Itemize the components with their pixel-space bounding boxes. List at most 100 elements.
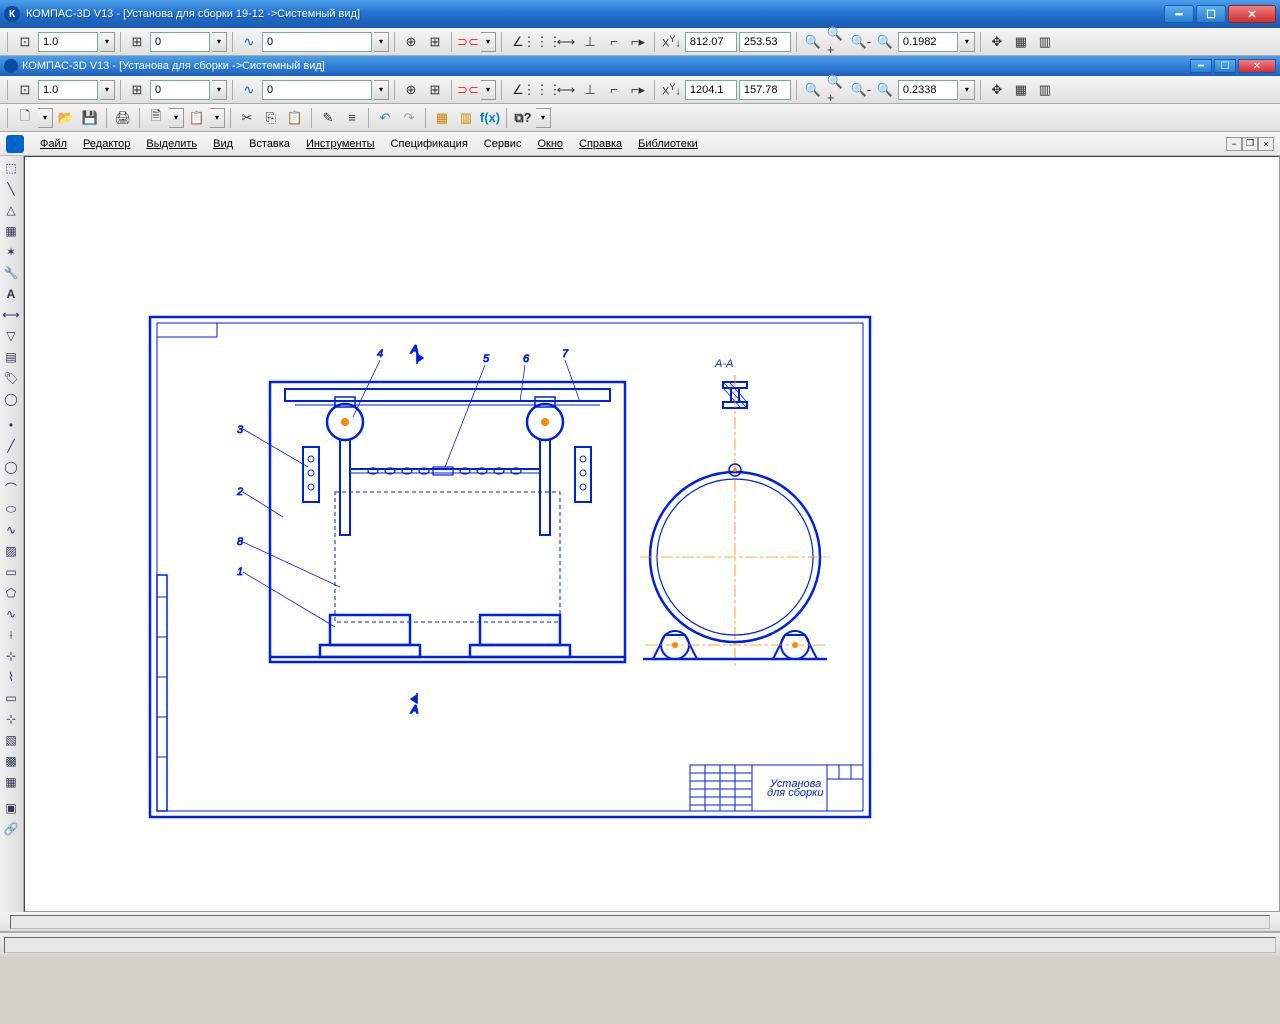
brush-icon[interactable]: ✎ [317, 107, 339, 129]
tp-cont-icon[interactable]: ▭ [0, 688, 22, 708]
magnet-icon-2[interactable]: ⊃⊂ [457, 79, 479, 101]
menu-edit[interactable]: Редактор [75, 135, 138, 153]
snap-icon-2[interactable]: ⊕ [400, 79, 422, 101]
maximize-button[interactable]: ☐ [1196, 5, 1226, 23]
zoom-in-icon[interactable]: 🔍+ [826, 31, 848, 53]
style-dropdown-2[interactable]: ▾ [374, 80, 389, 100]
scale-input-1[interactable] [38, 32, 98, 52]
tp-pick-icon[interactable]: ⬚ [0, 158, 22, 178]
l1-icon-2[interactable]: ⌐ [603, 79, 625, 101]
tp-offs-icon[interactable]: ⟊ [0, 625, 22, 645]
tp-seg-icon[interactable]: ╱ [0, 436, 22, 456]
mdi-minimize-button[interactable]: − [1226, 137, 1242, 151]
step-dropdown-2[interactable]: ▾ [212, 80, 227, 100]
snap-icon-1[interactable]: ⊕ [400, 31, 422, 53]
tp-fill-icon[interactable]: ▩ [0, 751, 22, 771]
new-icon[interactable]: 🗋 [14, 107, 36, 129]
undo-icon[interactable]: ↶ [374, 107, 396, 129]
style-input-2[interactable] [262, 80, 372, 100]
print-icon[interactable]: 🖨 [112, 107, 134, 129]
doc-close-button[interactable]: ✕ [1238, 59, 1276, 73]
tp-bezier-icon[interactable]: ∿ [0, 604, 22, 624]
x-coord-2[interactable] [685, 80, 737, 100]
menu-insert[interactable]: Вставка [241, 135, 298, 153]
tp-text-icon[interactable]: A [0, 284, 22, 304]
tp-link-icon[interactable]: 🔗 [0, 819, 22, 839]
zoom-out-icon-2[interactable]: 🔍- [850, 79, 872, 101]
menu-file[interactable]: Файл [32, 135, 75, 153]
tp-tool-icon[interactable]: 🔧 [0, 263, 22, 283]
dim-icon-2[interactable]: ⟷ [555, 79, 577, 101]
tp-dim-icon[interactable]: ⟷ [0, 305, 22, 325]
zoom-dd-1[interactable]: ▾ [960, 32, 975, 52]
fx-icon[interactable]: f(x) [479, 107, 501, 129]
tp-tbl-icon[interactable]: ▦ [0, 772, 22, 792]
magnet-icon-1[interactable]: ⊃⊂ [457, 31, 479, 53]
doc-minimize-button[interactable]: ━ [1190, 59, 1212, 73]
open-icon[interactable]: 📂 [55, 107, 77, 129]
tp-line-icon[interactable]: ╲ [0, 179, 22, 199]
preview-dd[interactable]: ▾ [169, 108, 184, 128]
props-dd[interactable]: ▾ [210, 108, 225, 128]
minimize-button[interactable]: ━ [1164, 5, 1194, 23]
mdi-restore-button[interactable]: ❐ [1242, 137, 1258, 151]
lib1-icon[interactable]: ▦ [431, 107, 453, 129]
crop-icon[interactable]: ⊡ [14, 31, 36, 53]
style-input-1[interactable] [262, 32, 372, 52]
style-dropdown-1[interactable]: ▾ [374, 32, 389, 52]
step-icon-2[interactable]: ⊞ [126, 79, 148, 101]
menu-window[interactable]: Окно [529, 135, 571, 153]
preview-icon[interactable]: 🗎 [145, 107, 167, 129]
lib2-icon[interactable]: ▥ [455, 107, 477, 129]
tp-rough-icon[interactable]: ▽ [0, 326, 22, 346]
tp-break-icon[interactable]: ⌇ [0, 667, 22, 687]
zoom-dd-2[interactable]: ▾ [960, 80, 975, 100]
doc-maximize-button[interactable]: ☐ [1214, 59, 1236, 73]
step-dropdown-1[interactable]: ▾ [212, 32, 227, 52]
tp-arc-icon[interactable]: ⌒ [0, 478, 22, 498]
x-coord-1[interactable] [685, 32, 737, 52]
zoom-input-1[interactable] [898, 32, 958, 52]
zoom-fit-icon[interactable]: 🔍 [802, 31, 824, 53]
tp-dot-icon[interactable]: • [0, 415, 22, 435]
close-button[interactable]: ✕ [1228, 5, 1276, 23]
tp-tri-icon[interactable]: △ [0, 200, 22, 220]
y-coord-1[interactable] [739, 32, 791, 52]
tp-spl-icon[interactable]: ∿ [0, 520, 22, 540]
tp-rect-icon[interactable]: ▭ [0, 562, 22, 582]
menu-help[interactable]: Справка [571, 135, 630, 153]
tp-ell-icon[interactable]: ⬭ [0, 499, 22, 519]
filter-icon-2[interactable]: ▥ [1034, 79, 1056, 101]
zoom-sel-icon-2[interactable]: 🔍 [874, 79, 896, 101]
tp-hatch2-icon[interactable]: ▧ [0, 730, 22, 750]
menu-tools[interactable]: Инструменты [298, 135, 383, 153]
props2-icon[interactable]: ≡ [341, 107, 363, 129]
tp-bal-icon[interactable]: ◯ [0, 389, 22, 409]
help-dd[interactable]: ▾ [536, 108, 551, 128]
perp-icon-2[interactable]: ⊥ [579, 79, 601, 101]
tp-layer-icon[interactable]: ▤ [0, 347, 22, 367]
l2-icon-2[interactable]: ⌐▸ [627, 79, 649, 101]
step-icon[interactable]: ⊞ [126, 31, 148, 53]
redo-icon[interactable]: ↷ [398, 107, 420, 129]
l1-icon[interactable]: ⌐ [603, 31, 625, 53]
h-scrollbar[interactable] [10, 915, 1270, 929]
magnet-dd-2[interactable]: ▾ [481, 80, 496, 100]
dim-icon[interactable]: ⟷ [555, 31, 577, 53]
tp-cross-icon[interactable]: ✶ [0, 242, 22, 262]
scale-dropdown-1[interactable]: ▾ [100, 32, 115, 52]
mdi-close-button[interactable]: × [1258, 137, 1274, 151]
tp-grid-icon[interactable]: ▦ [0, 221, 22, 241]
tp-note-icon[interactable]: 🏷 [0, 368, 22, 388]
cut-icon[interactable]: ✂ [236, 107, 258, 129]
grid-icon-1[interactable]: ⊞ [424, 31, 446, 53]
filter-icon[interactable]: ▥ [1034, 31, 1056, 53]
zoom-in-icon-2[interactable]: 🔍+ [826, 79, 848, 101]
l2-icon[interactable]: ⌐▸ [627, 31, 649, 53]
zoom-fit-icon-2[interactable]: 🔍 [802, 79, 824, 101]
props-icon[interactable]: 📋 [186, 107, 208, 129]
scale-input-2[interactable] [38, 80, 98, 100]
layer-icon-1[interactable]: ▦ [1010, 31, 1032, 53]
menu-service[interactable]: Сервис [476, 135, 530, 153]
save-icon[interactable]: 💾 [79, 107, 101, 129]
